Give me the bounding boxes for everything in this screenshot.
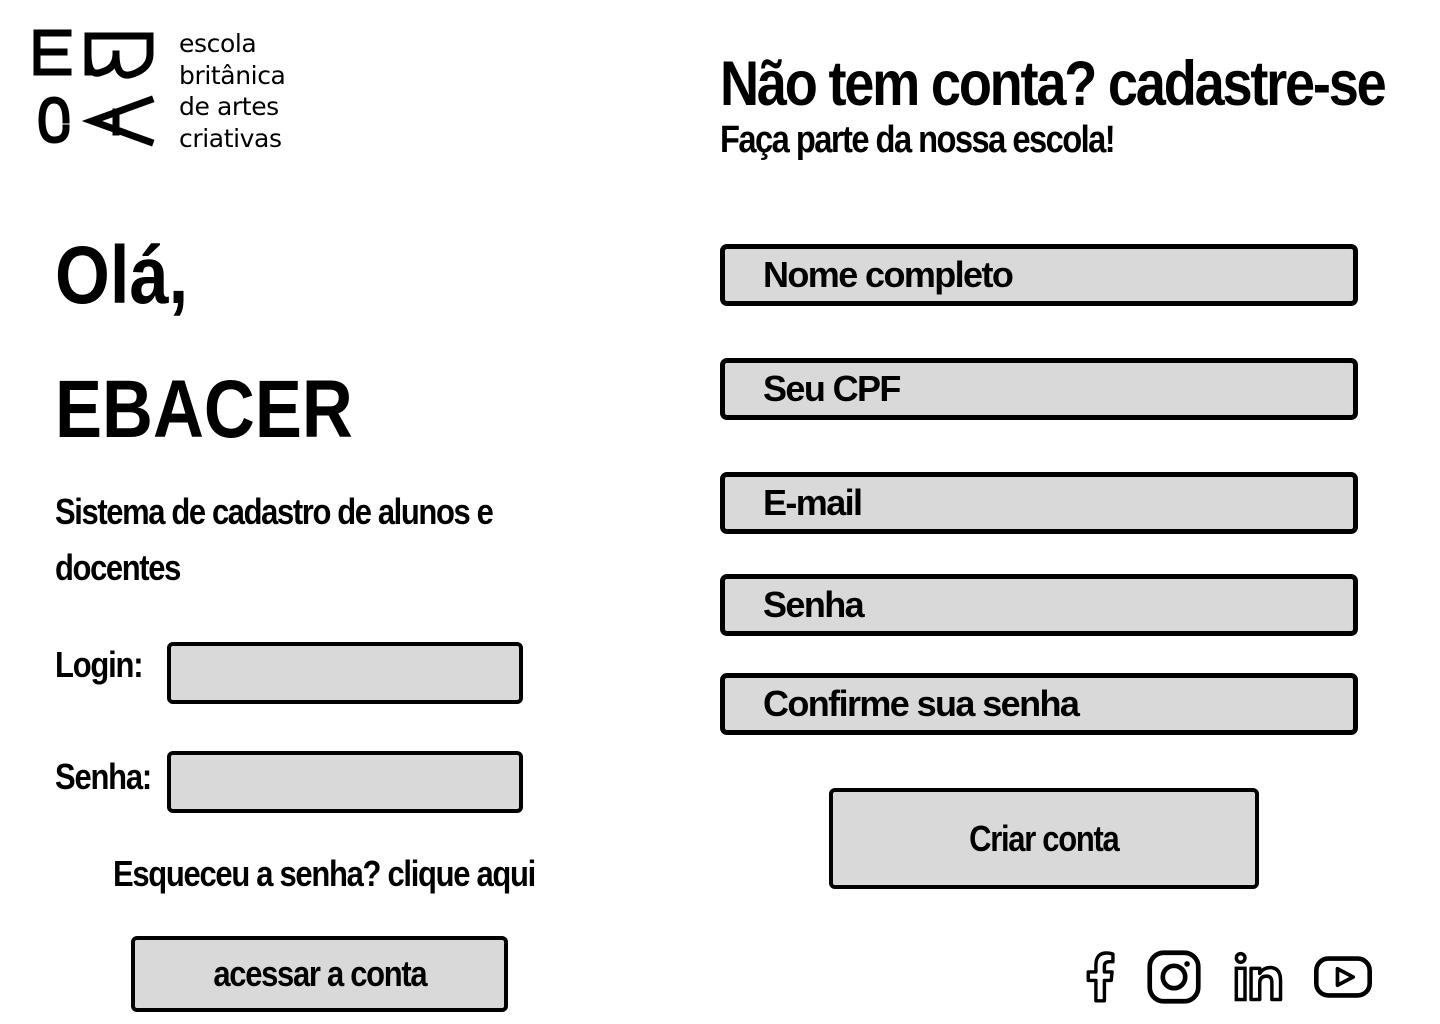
login-label: Login: [55,644,144,685]
login-field-box [167,642,523,704]
greeting-heading: Olá, [55,230,189,321]
full-name-input[interactable] [725,249,1353,301]
youtube-link[interactable] [1310,945,1376,1009]
password-input[interactable] [171,755,519,809]
create-account-button-label: Criar conta [969,817,1120,859]
youtube-icon [1314,956,1372,998]
register-password-field-box [720,574,1358,636]
email-field-box [720,472,1358,534]
password-label: Senha: [55,756,152,797]
system-subtitle: Sistema de cadastro de alunos e docentes [55,491,494,588]
register-subtitle: Faça parte da nossa escola! [720,119,1116,161]
email-input[interactable] [725,477,1353,529]
full-name-field-box [720,244,1358,306]
create-account-button[interactable]: Criar conta [829,788,1259,889]
logo-line-4: criativas [179,123,282,153]
logo-line-1: escola [179,29,257,58]
logo-line-2: britânica [179,60,286,90]
confirm-password-input[interactable] [725,678,1353,730]
forgot-password-link[interactable]: Esqueceu a senha? clique aqui [113,853,536,895]
cpf-input[interactable] [725,363,1353,415]
linkedin-link[interactable] [1228,945,1288,1009]
access-account-button-label: acessar a conta [212,953,427,994]
cpf-field-box [720,358,1358,420]
facebook-link[interactable] [1078,945,1124,1009]
password-field-box [167,751,523,813]
logo-wordmark: escola britânica de artes criativas [179,28,319,154]
register-title: Não tem conta? cadastre-se [720,49,1387,119]
access-account-button[interactable]: acessar a conta [131,936,508,1012]
login-input[interactable] [171,646,519,700]
ebac-logo-mark-icon [33,29,155,147]
instagram-link[interactable] [1144,945,1204,1009]
logo-line-3: de artes [179,92,279,121]
facebook-icon [1086,951,1115,1003]
greeting-name: EBACER [55,364,353,455]
instagram-icon [1147,950,1201,1004]
linkedin-icon [1234,951,1283,1002]
brand-logo: escola britânica de artes criativas [30,28,310,153]
confirm-password-field-box [720,673,1358,735]
register-password-input[interactable] [725,579,1353,631]
